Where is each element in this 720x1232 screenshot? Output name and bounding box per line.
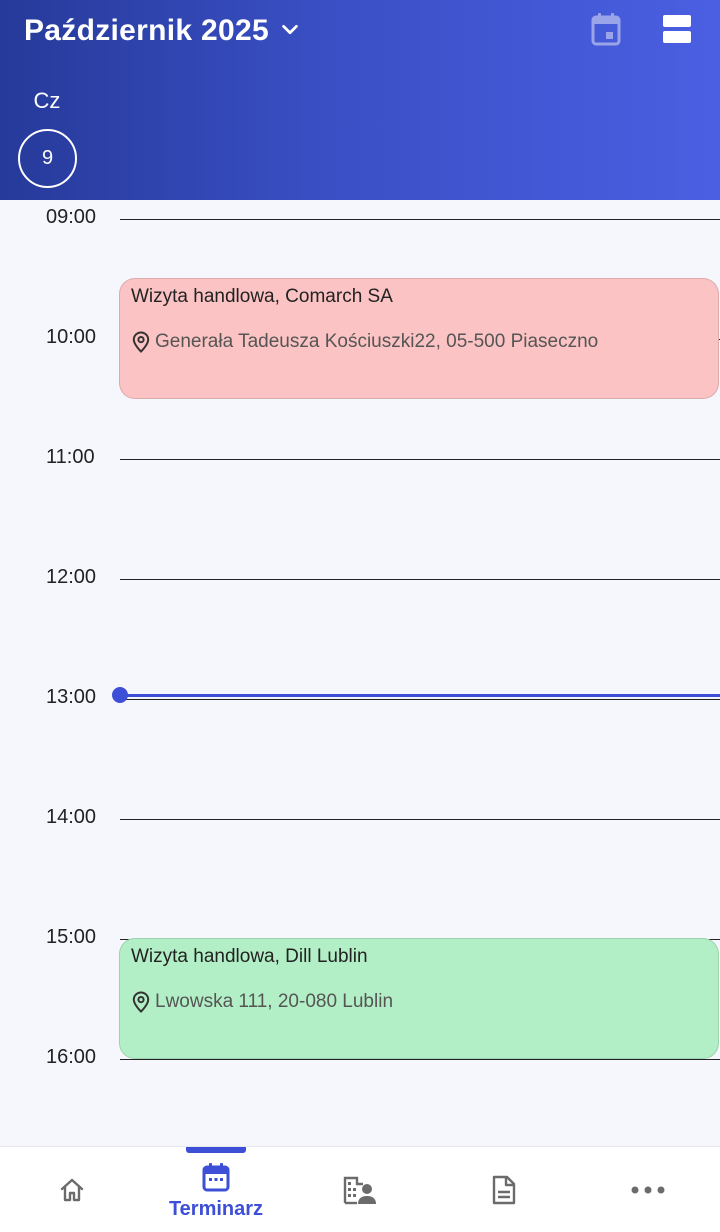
hour-label: 16:00	[46, 1046, 97, 1068]
bottom-navigation: Terminarz	[0, 1146, 720, 1232]
event-location-text: Lwowska 111, 20-080 Lublin	[155, 991, 394, 1012]
hour-row: 12:00	[0, 566, 720, 699]
event-card[interactable]: Wizyta handlowa, Comarch SA Generała Tad…	[119, 278, 719, 399]
chevron-down-icon	[279, 19, 301, 46]
hour-row: 14:00	[0, 806, 720, 939]
nav-item-more[interactable]	[576, 1147, 720, 1232]
active-nav-indicator	[186, 1147, 246, 1153]
location-pin-icon	[132, 991, 150, 1013]
hour-label: 15:00	[46, 926, 97, 948]
agenda-view-icon	[661, 13, 693, 50]
nav-item-calendar[interactable]: Terminarz	[144, 1147, 288, 1232]
hour-divider	[120, 219, 720, 220]
calendar-icon	[201, 1160, 231, 1194]
hour-divider	[120, 819, 720, 820]
nav-label-terminarz: Terminarz	[168, 1197, 264, 1220]
hour-divider	[120, 699, 720, 700]
day-timeline[interactable]: 09:00 10:00 11:00 12:00 13:00 14:00 15:0…	[0, 200, 720, 1146]
hour-row: 16:00	[0, 1046, 720, 1146]
hour-label: 09:00	[46, 206, 97, 228]
event-title: Wizyta handlowa, Comarch SA	[131, 286, 393, 307]
contacts-building-icon	[343, 1173, 377, 1207]
event-card[interactable]: Wizyta handlowa, Dill Lublin Lwowska 111…	[119, 938, 719, 1059]
nav-item-contacts[interactable]	[288, 1147, 432, 1232]
more-horizontal-icon	[631, 1173, 665, 1207]
weekday-label: Cz	[33, 88, 61, 113]
current-time-dot	[112, 687, 128, 703]
hour-row: 13:00	[0, 686, 720, 819]
hour-label: 12:00	[46, 566, 97, 588]
event-title: Wizyta handlowa, Dill Lublin	[131, 946, 368, 967]
home-icon	[58, 1173, 86, 1207]
hour-row: 11:00	[0, 446, 720, 579]
calendar-header: Październik 2025 Cz 9	[0, 0, 720, 200]
hour-label: 10:00	[46, 326, 97, 348]
location-pin-icon	[132, 331, 150, 353]
document-icon	[491, 1173, 517, 1207]
hour-divider	[120, 1059, 720, 1060]
hour-divider	[120, 579, 720, 580]
current-time-line	[120, 694, 720, 697]
month-title: Październik 2025	[24, 14, 269, 47]
today-button[interactable]	[588, 12, 624, 50]
hour-divider	[120, 459, 720, 460]
event-location: Lwowska 111, 20-080 Lublin	[132, 991, 393, 1013]
nav-item-documents[interactable]	[432, 1147, 576, 1232]
hour-label: 11:00	[46, 446, 95, 468]
view-toggle-button[interactable]	[658, 12, 696, 50]
month-selector[interactable]: Październik 2025	[24, 12, 301, 50]
nav-item-home[interactable]	[0, 1147, 144, 1232]
selected-day[interactable]: 9	[18, 129, 77, 188]
hour-label: 14:00	[46, 806, 97, 828]
event-location: Generała Tadeusza Kościuszki22, 05-500 P…	[132, 331, 598, 353]
calendar-today-icon	[590, 12, 622, 51]
hour-label: 13:00	[46, 686, 97, 708]
event-location-text: Generała Tadeusza Kościuszki22, 05-500 P…	[155, 331, 599, 352]
